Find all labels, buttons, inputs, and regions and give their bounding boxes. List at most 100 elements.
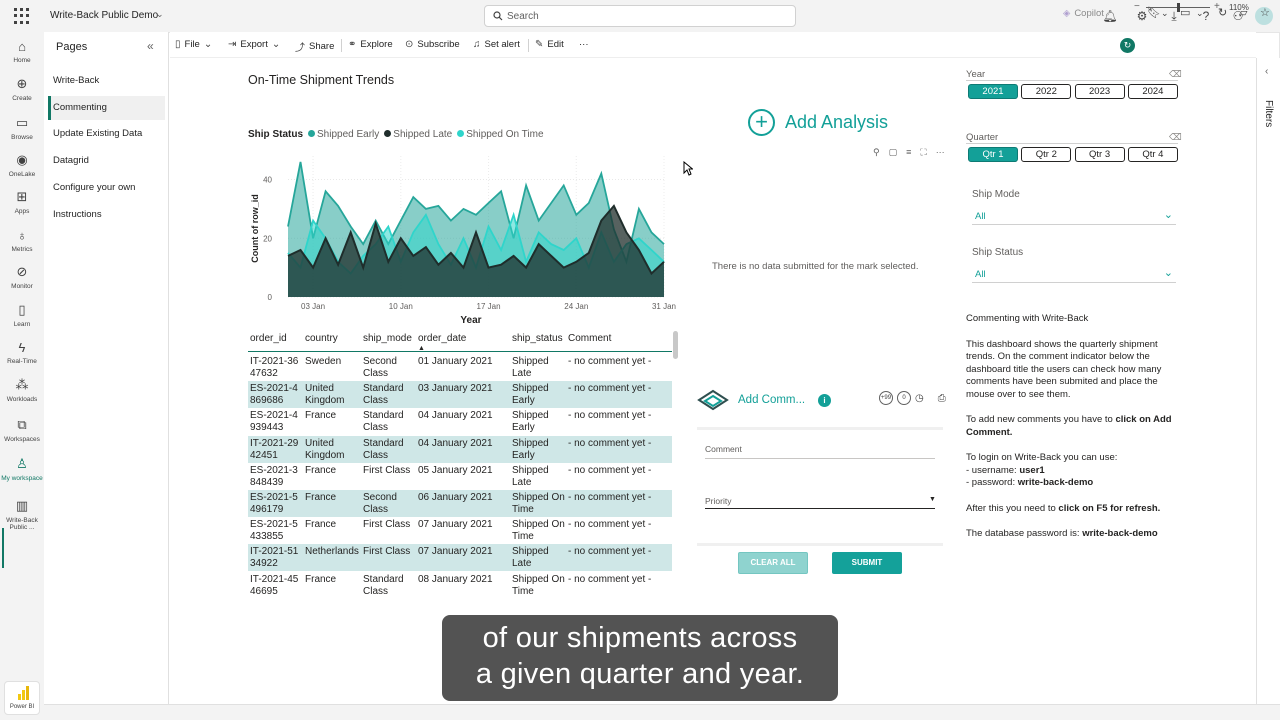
sort-ascending-icon[interactable]: ▲: [418, 345, 425, 352]
nav-item-apps[interactable]: ⊞ Apps: [0, 189, 44, 215]
table-row[interactable]: IT-2021-4546695 France Standard Class 08 Ja…: [248, 572, 672, 599]
table-row[interactable]: ES-2021-3848439 France First Class 05 Janua…: [248, 463, 672, 490]
filter-icon[interactable]: ≡: [906, 147, 911, 158]
page-tab-write-back[interactable]: Write-Back: [48, 69, 165, 93]
priority-select[interactable]: Priority: [705, 496, 731, 506]
ship-mode-dropdown[interactable]: All ⌄: [972, 208, 1176, 225]
submit-button[interactable]: SUBMIT: [832, 552, 902, 574]
year-chip-2024[interactable]: 2024: [1127, 84, 1178, 99]
table-row[interactable]: IT-2021-2942451 United Kingdom Standard Cl…: [248, 435, 672, 463]
quarter-chip-qtr-4[interactable]: Qtr 4: [1127, 147, 1178, 162]
workspace-title[interactable]: Write-Back Public Demo: [50, 10, 158, 21]
nav-item-write-back-public[interactable]: ▥ Write-Back Public ...: [0, 498, 44, 532]
table-row[interactable]: ES-2021-5496179 France Second Class 06 Janu…: [248, 490, 672, 517]
notification-icon[interactable]: 🔔︎: [1102, 8, 1118, 24]
chevron-down-icon[interactable]: ⌄: [1196, 8, 1204, 19]
column-header-ship-mode[interactable]: ship_mode: [363, 333, 412, 344]
column-header-comment[interactable]: Comment: [568, 333, 611, 344]
copilot-button[interactable]: ◈ Copilot: [1063, 8, 1104, 19]
nav-item-onelake[interactable]: ◉ OneLake: [0, 152, 44, 178]
page-tab-configure-your-own[interactable]: Configure your own: [48, 176, 165, 200]
ship-status-dropdown[interactable]: All ⌄: [972, 266, 1176, 283]
refresh-status-icon[interactable]: ↻: [1120, 38, 1135, 53]
shipment-area-chart[interactable]: 0 20 40 03 Jan 10 Jan 17 Jan 24 Jan 31 Jan Year C…: [244, 148, 684, 328]
quarter-chip-qtr-2[interactable]: Qtr 2: [1021, 147, 1072, 162]
favorite-icon[interactable]: ☆: [1260, 6, 1270, 19]
eraser-icon[interactable]: ⌫: [1169, 69, 1182, 80]
more-options-button[interactable]: ···: [579, 39, 589, 50]
legend-item-early[interactable]: Shipped Early: [308, 129, 379, 140]
column-header-ship-status[interactable]: ship_status: [512, 333, 563, 344]
table-row[interactable]: ES-2021-4939443 France Standard Class 04 Ja…: [248, 408, 672, 435]
table-row[interactable]: IT-2021-5134922 Netherlands First Class 07 …: [248, 544, 672, 572]
nav-label: Real-Time: [7, 358, 37, 365]
nav-item-real-time[interactable]: ϟ Real-Time: [0, 339, 44, 366]
chevron-down-icon[interactable]: ⌄: [1161, 8, 1169, 19]
column-header-country[interactable]: country: [305, 333, 338, 344]
quarter-chip-qtr-3[interactable]: Qtr 3: [1074, 147, 1125, 162]
page-tab-instructions[interactable]: Instructions: [48, 203, 165, 227]
table-row[interactable]: ES-2021-4869686 United Kingdom Standard Cl…: [248, 381, 672, 409]
info-icon[interactable]: i: [818, 394, 831, 407]
column-header-order-id[interactable]: order_id: [250, 333, 287, 344]
add-comment-button[interactable]: Add Comm...: [738, 394, 805, 406]
copy-icon[interactable]: ▢: [889, 147, 898, 158]
dropdown-arrow-icon[interactable]: ▼: [929, 496, 936, 503]
nav-item-learn[interactable]: ▯ Learn: [0, 302, 44, 328]
pin-icon[interactable]: ⚲: [873, 147, 880, 158]
export-menu[interactable]: ⇥ Export ⌄: [228, 39, 280, 50]
zoom-in-button[interactable]: +: [1214, 1, 1220, 12]
info-text: To add new comments you have to: [966, 414, 1116, 425]
year-chip-2022[interactable]: 2022: [1021, 84, 1072, 99]
share-button[interactable]: ⤴ Share: [295, 39, 334, 54]
zoom-level[interactable]: 110%: [1229, 3, 1249, 12]
column-header-order-date[interactable]: order_date: [418, 333, 466, 344]
collapse-icon[interactable]: «: [147, 39, 154, 53]
pending-count-badge[interactable]: 0: [897, 391, 911, 405]
powerbi-logo[interactable]: Power BI: [4, 681, 40, 715]
year-chip-2021[interactable]: 2021: [968, 84, 1018, 99]
search-input[interactable]: Search: [484, 5, 796, 27]
table-cell: Second Class: [363, 492, 397, 515]
add-analysis-button[interactable]: + Add Analysis: [748, 109, 888, 136]
year-chip-2023[interactable]: 2023: [1074, 84, 1125, 99]
toolbar-divider: [528, 39, 529, 52]
nav-item-my-workspace[interactable]: ♙ My workspace: [0, 456, 44, 482]
export-comments-icon[interactable]: ⎙: [938, 393, 946, 404]
more-options-icon[interactable]: ···: [936, 147, 945, 158]
nav-item-workloads[interactable]: ⁂ Workloads: [0, 377, 44, 403]
set-alert-button[interactable]: ♫ Set alert: [473, 39, 520, 50]
legend-item-late[interactable]: Shipped Late: [384, 129, 452, 140]
page-tab-commenting[interactable]: Commenting: [48, 95, 165, 120]
legend-item-ontime[interactable]: Shipped On Time: [457, 129, 544, 140]
file-menu[interactable]: ▯ File ⌄: [175, 39, 212, 50]
comment-field[interactable]: Comment: [705, 444, 742, 454]
clear-all-button[interactable]: CLEAR ALL: [738, 552, 808, 574]
eraser-icon[interactable]: ⌫: [1169, 132, 1182, 143]
page-tab-datagrid[interactable]: Datagrid: [48, 149, 165, 173]
edit-button[interactable]: ✎ Edit: [535, 39, 564, 50]
app-launcher-icon[interactable]: [14, 8, 30, 24]
zoom-out-button[interactable]: −: [1134, 1, 1140, 12]
explore-button[interactable]: ⚭ Explore: [348, 39, 393, 50]
table-scrollbar[interactable]: [673, 331, 678, 359]
history-icon[interactable]: ◷: [915, 393, 924, 404]
expand-icon[interactable]: ‹: [1265, 66, 1268, 77]
filters-pane-collapsed[interactable]: ‹ Filters: [1256, 58, 1280, 704]
quarter-chip-qtr-1[interactable]: Qtr 1: [968, 147, 1018, 162]
nav-item-browse[interactable]: ▭ Browse: [0, 115, 44, 141]
nav-item-workspaces[interactable]: ⧉ Workspaces: [0, 417, 44, 443]
nav-item-monitor[interactable]: ⊘ Monitor: [0, 264, 44, 290]
chevron-down-icon[interactable]: ⌄: [156, 9, 164, 20]
page-tab-update-existing-data[interactable]: Update Existing Data: [48, 122, 165, 146]
nav-item-create[interactable]: ⊕ Create: [0, 76, 44, 102]
zoom-slider-thumb[interactable]: [1177, 3, 1180, 12]
nav-item-metrics[interactable]: ♁ Metrics: [0, 227, 44, 254]
chevron-down-icon: ⌄: [271, 39, 281, 50]
table-row[interactable]: IT-2021-3647632 Sweden Second Class 01 Janu…: [248, 354, 672, 381]
table-row[interactable]: ES-2021-5433855 France First Class 07 Janua…: [248, 517, 672, 544]
subscribe-button[interactable]: ⊙ Subscribe: [405, 39, 460, 50]
focus-mode-icon[interactable]: ⛶: [920, 147, 926, 158]
comment-count-badge[interactable]: +99: [879, 391, 893, 405]
nav-item-home[interactable]: ⌂ Home: [0, 38, 44, 65]
